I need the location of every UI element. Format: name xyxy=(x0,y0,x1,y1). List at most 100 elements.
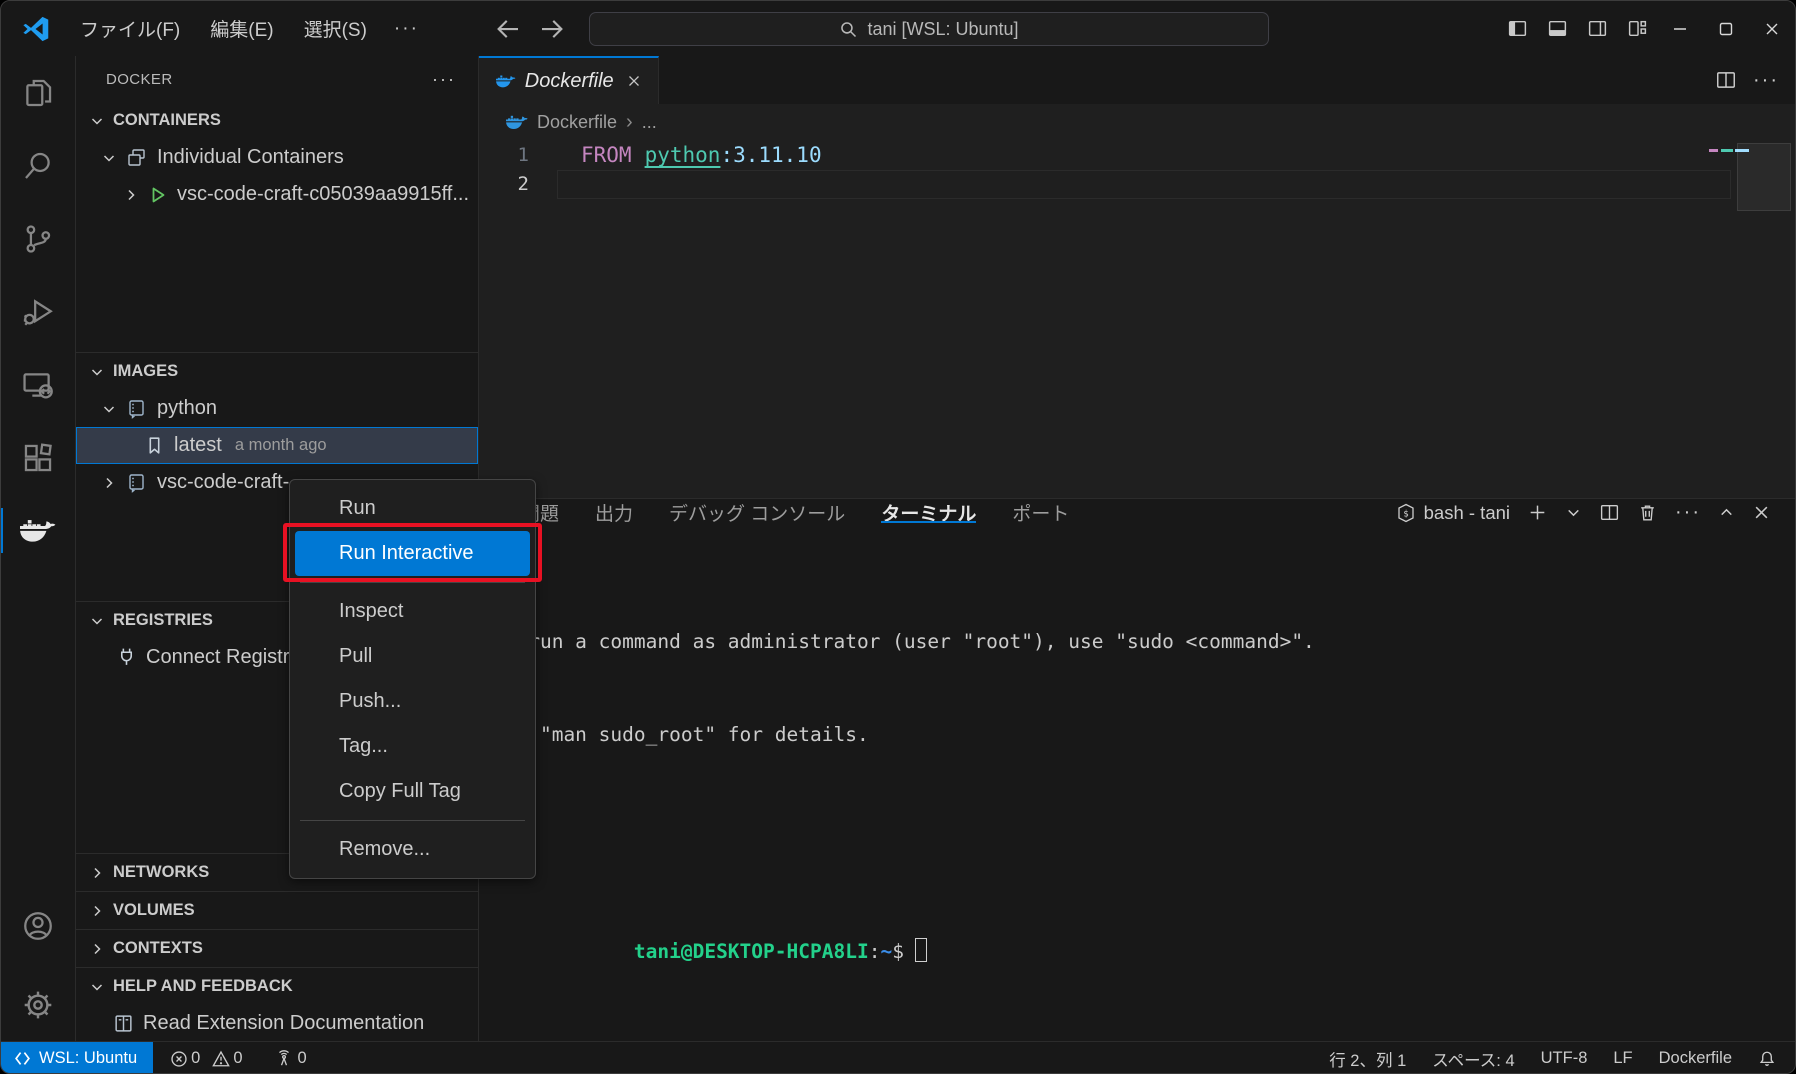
ports-status[interactable]: 0 xyxy=(266,1042,316,1074)
code-image-link[interactable]: python xyxy=(645,143,721,167)
remote-explorer-icon[interactable] xyxy=(1,348,75,421)
menu-more-button[interactable]: ··· xyxy=(382,12,431,46)
contexts-header[interactable]: CONTEXTS xyxy=(76,930,478,967)
docker-view-icon[interactable] xyxy=(1,494,75,567)
menu-item-push[interactable]: Push... xyxy=(295,679,530,724)
settings-gear-icon[interactable] xyxy=(1,968,75,1041)
docker-file-icon xyxy=(506,115,528,130)
help-section: HELP AND FEEDBACK Read Extension Documen… xyxy=(76,967,478,1041)
volumes-header[interactable]: VOLUMES xyxy=(76,892,478,929)
menu-item-copy-full-tag[interactable]: Copy Full Tag xyxy=(295,769,530,814)
containers-section: CONTAINERS Individual Containers vsc-cod… xyxy=(76,102,478,352)
menu-item-run[interactable]: Run xyxy=(295,486,530,531)
toggle-sidebar-icon[interactable] xyxy=(1497,9,1537,49)
explorer-icon[interactable] xyxy=(1,56,75,129)
warning-icon xyxy=(212,1050,230,1068)
radio-tower-icon xyxy=(275,1050,293,1068)
tab-output[interactable]: 出力 xyxy=(595,499,633,526)
containers-header[interactable]: CONTAINERS xyxy=(76,102,478,139)
minimize-button[interactable] xyxy=(1657,1,1703,56)
tree-item-container-vsc-code-craft[interactable]: vsc-code-craft-c05039aa9915ff... xyxy=(76,176,478,213)
menu-item-pull[interactable]: Pull xyxy=(295,634,530,679)
images-header[interactable]: IMAGES xyxy=(76,353,478,390)
split-editor-icon[interactable] xyxy=(1715,69,1737,91)
close-window-button[interactable] xyxy=(1749,1,1795,56)
menu-edit[interactable]: 編集(E) xyxy=(195,9,288,48)
notifications-bell-icon[interactable] xyxy=(1749,1050,1785,1068)
accounts-icon[interactable] xyxy=(1,889,75,962)
new-terminal-icon[interactable] xyxy=(1527,502,1548,523)
panel-tabs: 問題 出力 デバッグ コンソール ターミナル ポート xyxy=(521,499,1069,526)
eol[interactable]: LF xyxy=(1604,1049,1641,1068)
tab-close-icon[interactable] xyxy=(623,68,646,94)
breadcrumb[interactable]: Dockerfile › ... xyxy=(479,104,1795,141)
menu-selection[interactable]: 選択(S) xyxy=(289,9,382,48)
back-arrow-icon[interactable] xyxy=(493,14,523,44)
prompt-user-host: tani@DESKTOP-HCPA8LI xyxy=(634,940,869,963)
title-bar: ファイル(F) 編集(E) 選択(S) ··· tani [WSL: Ubunt… xyxy=(1,1,1795,56)
terminal-instance[interactable]: $ bash - tani xyxy=(1396,502,1510,524)
prompt-symbol: $ xyxy=(892,940,904,963)
tab-ports[interactable]: ポート xyxy=(1012,499,1069,526)
breadcrumb-symbol[interactable]: ... xyxy=(642,112,657,133)
run-debug-icon[interactable] xyxy=(1,275,75,348)
menu-item-remove[interactable]: Remove... xyxy=(295,827,530,872)
plug-icon xyxy=(116,647,137,668)
docker-image-icon xyxy=(126,472,148,494)
kill-terminal-trash-icon[interactable] xyxy=(1637,502,1658,523)
toggle-panel-icon[interactable] xyxy=(1537,9,1577,49)
menu-item-tag[interactable]: Tag... xyxy=(295,724,530,769)
tree-item-individual-containers[interactable]: Individual Containers xyxy=(76,139,478,176)
search-icon xyxy=(839,20,858,39)
tree-item-tag-latest[interactable]: latest a month ago xyxy=(76,427,478,464)
terminal-dropdown-icon[interactable] xyxy=(1565,504,1582,521)
code-editor[interactable]: 1 FROMpython:3.11.10 2 xyxy=(479,141,1795,498)
language-mode[interactable]: Dockerfile xyxy=(1650,1049,1741,1068)
customize-layout-icon[interactable] xyxy=(1617,9,1657,49)
tab-terminal[interactable]: ターミナル xyxy=(881,499,976,526)
menu-item-run-interactive[interactable]: Run Interactive xyxy=(295,531,530,576)
toggle-secondary-sidebar-icon[interactable] xyxy=(1577,9,1617,49)
containers-group-icon xyxy=(126,147,148,169)
editor-tab-bar: Dockerfile ··· xyxy=(479,56,1795,104)
tab-debug-console[interactable]: デバッグ コンソール xyxy=(669,499,845,526)
help-item-read-docs[interactable]: Read Extension Documentation xyxy=(76,1005,478,1041)
tab-dockerfile[interactable]: Dockerfile xyxy=(479,56,659,104)
tree-item-image-python[interactable]: python xyxy=(76,390,478,427)
error-icon xyxy=(170,1050,188,1068)
terminal-output[interactable]: To run a command as administrator (user … xyxy=(479,526,1795,1060)
forward-arrow-icon[interactable] xyxy=(537,14,567,44)
code-version: :3.11.10 xyxy=(720,143,821,167)
chevron-down-icon xyxy=(89,364,105,380)
remote-indicator[interactable]: WSL: Ubuntu xyxy=(1,1042,153,1074)
minimap-slider[interactable] xyxy=(1737,143,1791,211)
volumes-section: VOLUMES xyxy=(76,891,478,929)
chevron-down-icon xyxy=(101,150,117,166)
help-header[interactable]: HELP AND FEEDBACK xyxy=(76,968,478,1005)
source-control-icon[interactable] xyxy=(1,202,75,275)
command-center[interactable]: tani [WSL: Ubuntu] xyxy=(589,12,1269,46)
close-panel-icon[interactable] xyxy=(1752,503,1771,522)
sidebar-more-button[interactable]: ··· xyxy=(424,67,464,92)
tab-label: Dockerfile xyxy=(525,70,614,93)
chevron-right-icon xyxy=(89,865,105,881)
problems-status[interactable]: 0 0 xyxy=(161,1042,251,1074)
search-view-icon[interactable] xyxy=(1,129,75,202)
maximize-button[interactable] xyxy=(1703,1,1749,56)
breadcrumb-file[interactable]: Dockerfile xyxy=(537,112,617,133)
panel-more-actions-icon[interactable]: ··· xyxy=(1675,501,1701,524)
editor-more-actions-icon[interactable]: ··· xyxy=(1753,69,1779,92)
menu-item-inspect[interactable]: Inspect xyxy=(295,589,530,634)
maximize-panel-icon[interactable] xyxy=(1718,504,1735,521)
container-running-icon xyxy=(148,185,168,205)
prompt-cwd: ~ xyxy=(880,940,892,963)
encoding[interactable]: UTF-8 xyxy=(1532,1049,1597,1068)
cursor-position[interactable]: 行 2、列 1 xyxy=(1320,1047,1415,1071)
chevron-down-icon xyxy=(101,401,117,417)
menu-file[interactable]: ファイル(F) xyxy=(65,9,195,48)
code-keyword: FROM xyxy=(581,143,632,167)
sidebar-title: DOCKER xyxy=(106,71,173,88)
indentation[interactable]: スペース: 4 xyxy=(1423,1047,1523,1071)
extensions-icon[interactable] xyxy=(1,421,75,494)
split-terminal-icon[interactable] xyxy=(1599,502,1620,523)
